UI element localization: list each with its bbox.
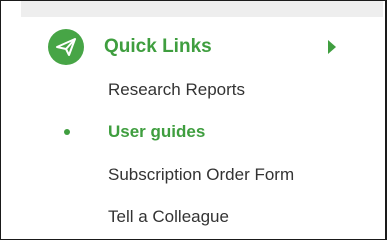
chevron-right-icon[interactable] bbox=[328, 40, 336, 54]
active-bullet-icon bbox=[64, 129, 70, 135]
menu-item-tell-a-colleague[interactable]: Tell a Colleague bbox=[108, 207, 229, 227]
menu-item-subscription-order-form[interactable]: Subscription Order Form bbox=[108, 165, 294, 185]
top-divider-strip bbox=[21, 1, 383, 17]
menu-item-user-guides[interactable]: User guides bbox=[108, 122, 205, 142]
quick-links-title: Quick Links bbox=[104, 36, 212, 57]
quick-links-header[interactable]: Quick Links bbox=[48, 29, 348, 65]
paper-plane-icon bbox=[48, 29, 84, 65]
quick-links-panel: Quick Links Research Reports User guides… bbox=[0, 0, 387, 240]
menu-item-research-reports[interactable]: Research Reports bbox=[108, 80, 245, 100]
